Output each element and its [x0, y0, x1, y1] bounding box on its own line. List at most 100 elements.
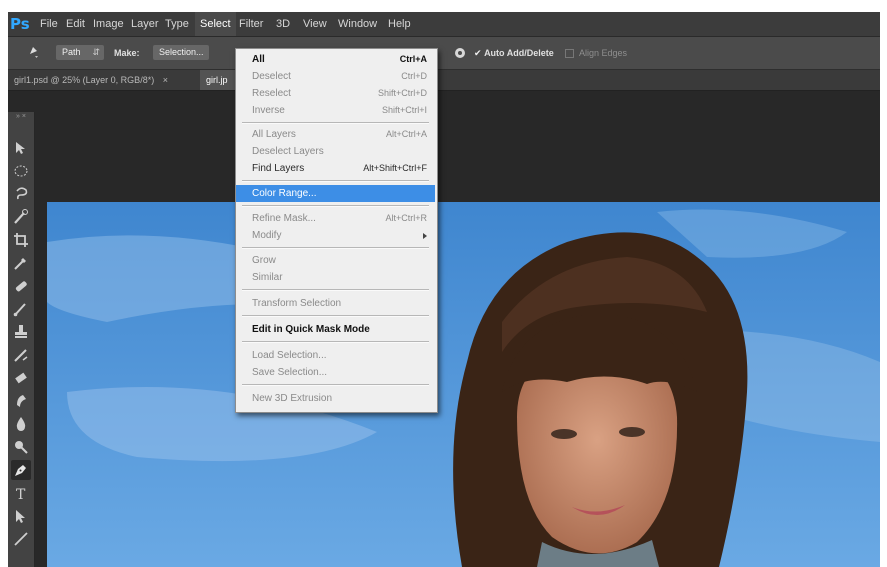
photoshop-logo: Ps — [10, 15, 30, 33]
menu-separator — [242, 341, 429, 343]
menu-item-label: Edit in Quick Mask Mode — [252, 324, 370, 335]
document-tab-row: girl1.psd @ 25% (Layer 0, RGB/8*) × girl… — [8, 70, 880, 91]
menu-separator — [242, 205, 429, 207]
make-selection-button[interactable]: Selection... — [153, 45, 209, 60]
menu-separator — [242, 289, 429, 291]
dodge-icon[interactable] — [11, 437, 31, 457]
menu-item-grow[interactable]: Grow — [236, 252, 435, 269]
path-selection-icon[interactable] — [11, 506, 31, 526]
menu-bar: Ps File Edit Image Layer Type Select Fil… — [8, 12, 880, 37]
menu-3d[interactable]: 3D — [271, 12, 295, 36]
menu-item-shortcut: Alt+Ctrl+A — [385, 129, 427, 139]
eraser-icon[interactable] — [11, 368, 31, 388]
menu-item-all-layers[interactable]: All Layers Alt+Ctrl+A — [236, 126, 435, 143]
menu-separator — [242, 122, 429, 124]
menu-view[interactable]: View — [298, 12, 332, 36]
menu-item-label: New 3D Extrusion — [252, 393, 333, 404]
menu-image[interactable]: Image — [88, 12, 129, 36]
menu-item-deselect-layers[interactable]: Deselect Layers — [236, 143, 435, 160]
menu-item-label: Modify — [252, 230, 282, 241]
menu-item-label: All Layers — [252, 129, 296, 140]
lasso-icon[interactable] — [11, 184, 31, 204]
chevron-updown-icon: ⇵ — [92, 47, 100, 57]
menu-item-shortcut: Ctrl+A — [399, 54, 427, 64]
document-photo[interactable] — [47, 202, 880, 567]
document-tab-girl[interactable]: girl.jp — [200, 70, 238, 90]
menu-item-all[interactable]: All Ctrl+A — [236, 51, 435, 68]
close-icon[interactable]: × — [163, 75, 168, 85]
quick-selection-icon[interactable] — [11, 207, 31, 227]
submenu-arrow-icon — [423, 233, 427, 239]
gear-icon[interactable] — [453, 46, 467, 60]
options-bar: Path ⇵ Make: Selection... ✔ Auto Add/Del… — [8, 37, 880, 70]
menu-item-modify[interactable]: Modify — [236, 227, 435, 244]
menu-separator — [242, 315, 429, 317]
menu-item-deselect[interactable]: Deselect Ctrl+D — [236, 68, 435, 85]
menu-item-label: Inverse — [252, 105, 285, 116]
svg-text:T: T — [16, 487, 26, 503]
canvas-area[interactable] — [35, 91, 880, 567]
document-tab-girl1[interactable]: girl1.psd @ 25% (Layer 0, RGB/8*) × — [8, 70, 174, 90]
menu-item-shortcut: Shift+Ctrl+I — [381, 105, 427, 115]
menu-item-shortcut: Alt+Ctrl+R — [385, 213, 427, 223]
menu-item-shortcut: Shift+Ctrl+D — [377, 88, 427, 98]
shape-icon[interactable] — [11, 529, 31, 549]
eyedropper-icon[interactable] — [11, 253, 31, 273]
checkmark-icon: ✔ — [474, 48, 482, 58]
type-icon[interactable]: T — [11, 483, 31, 503]
menu-file[interactable]: File — [35, 12, 63, 36]
menu-item-label: All — [252, 54, 265, 65]
menu-edit[interactable]: Edit — [61, 12, 90, 36]
document-tab-label: girl1.psd @ 25% (Layer 0, RGB/8*) — [14, 75, 155, 85]
menu-filter[interactable]: Filter — [234, 12, 268, 36]
menu-item-save-selection[interactable]: Save Selection... — [236, 364, 435, 381]
menu-window[interactable]: Window — [333, 12, 382, 36]
blur-icon[interactable] — [11, 414, 31, 434]
menu-item-quick-mask[interactable]: Edit in Quick Mask Mode — [236, 321, 435, 338]
marquee-icon[interactable] — [11, 161, 31, 181]
panel-collapse-icon[interactable]: » × — [8, 112, 34, 122]
photoshop-window: Ps File Edit Image Layer Type Select Fil… — [8, 12, 880, 567]
menu-item-reselect[interactable]: Reselect Shift+Ctrl+D — [236, 85, 435, 102]
menu-item-label: Find Layers — [252, 163, 305, 174]
menu-item-label: Refine Mask... — [252, 213, 316, 224]
pen-preset-icon[interactable] — [22, 44, 40, 62]
history-brush-icon[interactable] — [11, 345, 31, 365]
menu-item-find-layers[interactable]: Find Layers Alt+Shift+Ctrl+F — [236, 160, 435, 177]
menu-item-load-selection[interactable]: Load Selection... — [236, 347, 435, 364]
menu-item-refine-mask[interactable]: Refine Mask... Alt+Ctrl+R — [236, 210, 435, 227]
gradient-icon[interactable] — [11, 391, 31, 411]
menu-item-label: Transform Selection — [252, 298, 342, 309]
move-icon[interactable] — [11, 138, 31, 158]
menu-item-shortcut: Ctrl+D — [401, 71, 427, 81]
menu-layer[interactable]: Layer — [126, 12, 164, 36]
select-menu-dropdown: All Ctrl+A Deselect Ctrl+D Reselect Shif… — [235, 48, 438, 413]
align-edges-checkbox[interactable]: Align Edges — [565, 45, 627, 61]
brush-icon[interactable] — [11, 299, 31, 319]
path-mode-dropdown[interactable]: Path ⇵ — [56, 45, 104, 60]
menu-item-label: Similar — [252, 272, 283, 283]
pen-icon[interactable] — [11, 460, 31, 480]
healing-brush-icon[interactable] — [11, 276, 31, 296]
crop-icon[interactable] — [11, 230, 31, 250]
menu-type[interactable]: Type — [160, 12, 194, 36]
menu-separator — [242, 247, 429, 249]
menu-item-color-range[interactable]: Color Range... — [236, 185, 435, 202]
menu-separator — [242, 180, 429, 182]
menu-item-new-3d-extrusion[interactable]: New 3D Extrusion — [236, 390, 435, 407]
menu-item-inverse[interactable]: Inverse Shift+Ctrl+I — [236, 102, 435, 119]
photo-image — [47, 202, 880, 567]
menu-select[interactable]: Select — [195, 12, 236, 36]
clone-stamp-icon[interactable] — [11, 322, 31, 342]
menu-item-label: Color Range... — [252, 188, 317, 199]
menu-item-label: Deselect — [252, 71, 291, 82]
menu-item-label: Load Selection... — [252, 350, 327, 361]
auto-add-delete-checkbox[interactable]: ✔ Auto Add/Delete — [474, 45, 554, 61]
menu-help[interactable]: Help — [383, 12, 416, 36]
menu-item-similar[interactable]: Similar — [236, 269, 435, 286]
menu-item-label: Reselect — [252, 88, 291, 99]
make-label: Make: — [114, 48, 140, 58]
menu-item-shortcut: Alt+Shift+Ctrl+F — [363, 163, 427, 173]
menu-item-transform-selection[interactable]: Transform Selection — [236, 295, 435, 312]
path-mode-value: Path — [62, 47, 81, 57]
